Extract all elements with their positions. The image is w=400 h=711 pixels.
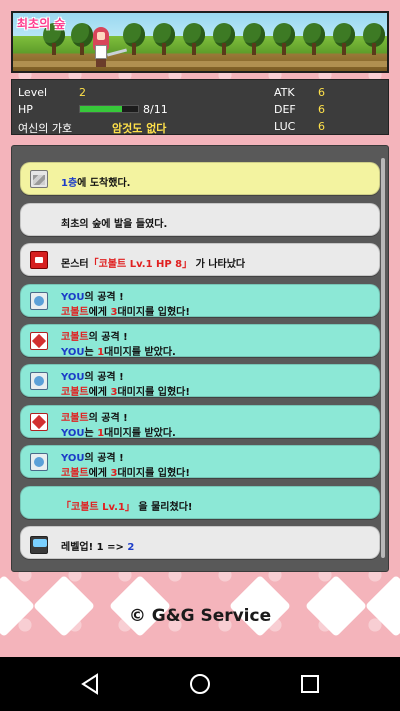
- message-text: 에 도착했다.: [77, 178, 131, 189]
- message-text: 에게: [88, 307, 111, 318]
- message-text: 에게: [88, 468, 111, 479]
- hero-attack-icon: [30, 372, 48, 390]
- back-triangle-icon[interactable]: [78, 672, 102, 696]
- message-text: 레벨업! 1 =>: [61, 542, 128, 553]
- new-level-value: 2: [127, 542, 135, 553]
- atk-value: 6: [318, 86, 325, 99]
- blessing-value: 암것도 없다: [112, 122, 167, 135]
- attacker-name: YOU: [61, 453, 85, 464]
- message-text: 최초의 숲에 발을 들였다.: [61, 219, 168, 230]
- enemy-attack-icon: [30, 413, 48, 431]
- message-text: 의 공격 !: [84, 453, 124, 464]
- message-text: 의 공격 !: [84, 372, 124, 383]
- monster-icon: [30, 251, 48, 269]
- monster-name: 「코볼트 Lv.1」: [61, 502, 135, 513]
- message-text: 는: [84, 347, 98, 358]
- luc-value: 6: [318, 120, 325, 133]
- log-message: 1층에 도착했다.: [20, 162, 380, 195]
- target-name: 코볼트: [61, 468, 89, 479]
- status-panel: Level 2 ATK 6 HP 8/11 DEF 6 여신의 가호 암것도 없…: [11, 79, 389, 135]
- target-name: 코볼트: [61, 307, 89, 318]
- log-message: YOU의 공격 ! 코볼트에게 3대미지를 입혔다!: [20, 445, 380, 479]
- hero-sprite: [91, 27, 128, 67]
- level-up-icon: [30, 536, 48, 554]
- hp-row: HP 8/11 DEF 6: [12, 100, 388, 117]
- attacker-name: 코볼트: [61, 413, 89, 424]
- attacker-name: YOU: [61, 292, 85, 303]
- log-message: 코볼트의 공격 ! YOU는 1대미지를 받았다.: [20, 405, 380, 439]
- enemy-attack-icon: [30, 332, 48, 350]
- attacker-name: YOU: [61, 372, 85, 383]
- message-text: 는: [84, 428, 98, 439]
- message-text: 대미지를 받았다.: [104, 428, 176, 439]
- def-label: DEF: [274, 103, 296, 116]
- area-title: 최초의 숲: [17, 17, 66, 31]
- copyright-text: © G&G Service: [128, 606, 272, 626]
- log-scrollbar[interactable]: [381, 158, 385, 558]
- atk-label: ATK: [274, 86, 295, 99]
- system-nav-bar: [0, 657, 400, 711]
- message-text: 을 물리쳤다!: [138, 502, 193, 513]
- target-name: YOU: [61, 428, 85, 439]
- recent-square-icon[interactable]: [298, 672, 322, 696]
- attacker-name: 코볼트: [61, 332, 89, 343]
- message-text: 의 공격 !: [88, 413, 128, 424]
- message-text: 에게: [88, 387, 111, 398]
- dungeon-scene: 최초의 숲: [11, 11, 389, 73]
- blessing-label: 여신의 가호: [18, 122, 73, 135]
- level-label: Level: [18, 86, 48, 99]
- battle-log[interactable]: 1층에 도착했다. 최초의 숲에 발을 들였다. 몬스터「코볼트 Lv.1 HP…: [11, 145, 389, 572]
- hero-attack-icon: [30, 453, 48, 471]
- log-message: 몬스터「코볼트 Lv.1 HP 8」 가 나타났다: [20, 243, 380, 276]
- blessing-row: 여신의 가호 암것도 없다 LUC 6: [12, 117, 388, 135]
- home-circle-icon[interactable]: [188, 672, 212, 696]
- level-row: Level 2 ATK 6: [12, 83, 388, 100]
- log-message: 코볼트의 공격 ! YOU는 1대미지를 받았다.: [20, 324, 380, 358]
- message-text: 대미지를 받았다.: [104, 347, 176, 358]
- message-text: 의 공격 !: [84, 292, 124, 303]
- hp-label: HP: [18, 103, 33, 116]
- message-text: 몬스터: [61, 259, 89, 270]
- luc-label: LUC: [274, 120, 296, 133]
- hero-attack-icon: [30, 292, 48, 310]
- hp-bar: [79, 105, 139, 113]
- floor-number: 1층: [61, 178, 78, 189]
- log-message: YOU의 공격 ! 코볼트에게 3대미지를 입혔다!: [20, 364, 380, 398]
- log-message: 레벨업! 1 => 2: [20, 526, 380, 559]
- log-message: 최초의 숲에 발을 들였다.: [20, 203, 380, 236]
- message-text: 대미지를 입혔다!: [117, 307, 190, 318]
- message-text: 의 공격 !: [88, 332, 128, 343]
- message-text: 대미지를 입혔다!: [117, 387, 190, 398]
- message-text: 대미지를 입혔다!: [117, 468, 190, 479]
- hp-bar-fill: [80, 106, 123, 112]
- message-text: 가 나타났다: [195, 259, 246, 270]
- log-message: 「코볼트 Lv.1」 을 물리쳤다!: [20, 486, 380, 519]
- def-value: 6: [318, 103, 325, 116]
- hp-value: 8/11: [143, 103, 168, 116]
- target-name: 코볼트: [61, 387, 89, 398]
- stairs-icon: [30, 170, 48, 188]
- monster-name: 「코볼트 Lv.1 HP 8」: [88, 259, 193, 270]
- level-value: 2: [79, 86, 86, 99]
- target-name: YOU: [61, 347, 85, 358]
- log-message: YOU의 공격 ! 코볼트에게 3대미지를 입혔다!: [20, 284, 380, 318]
